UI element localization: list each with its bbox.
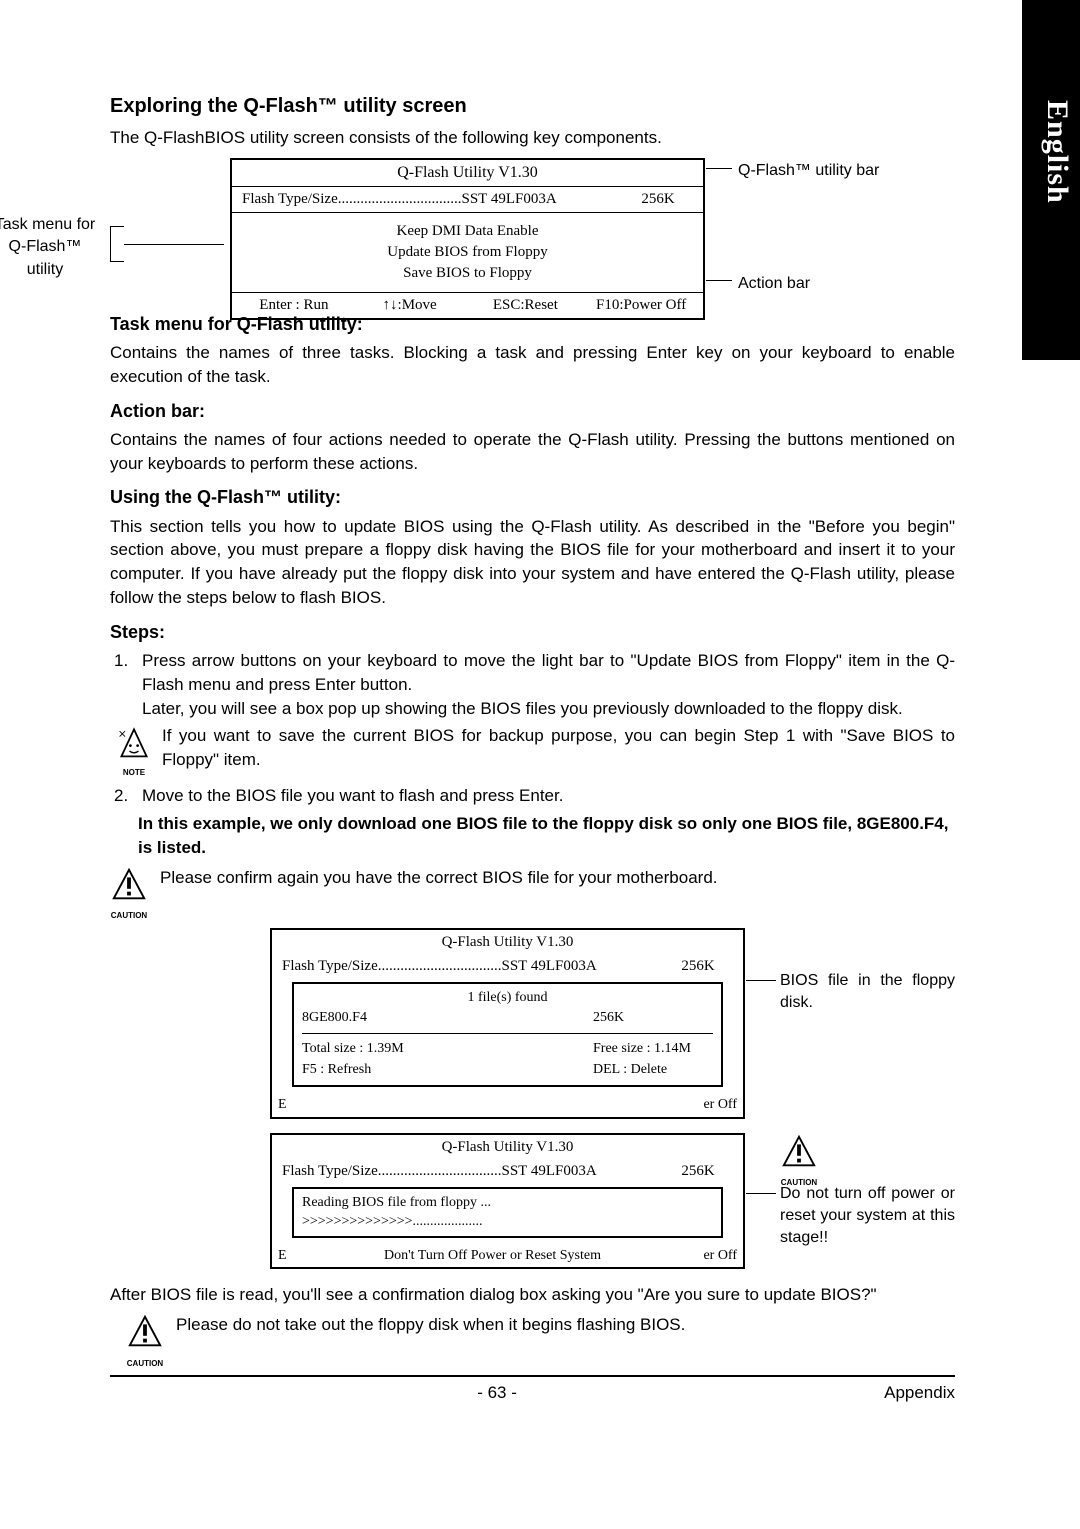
qflash-titlebar: Q-Flash Utility V1.30 bbox=[232, 160, 703, 187]
total-size: Total size : 1.39M bbox=[302, 1039, 593, 1059]
appendix-label: Appendix bbox=[884, 1381, 955, 1405]
menu-update-bios: Update BIOS from Floppy bbox=[232, 242, 703, 263]
heading-action-bar: Action bar: bbox=[110, 399, 955, 424]
flash-type-text: Flash Type/Size.........................… bbox=[242, 189, 623, 210]
note-caption: NOTE bbox=[116, 767, 152, 778]
step-1-text-a: Press arrow buttons on your keyboard to … bbox=[142, 649, 955, 697]
caution-row-last: CAUTION Please do not take out the flopp… bbox=[126, 1313, 955, 1369]
flash-size: 256K bbox=[623, 189, 693, 210]
step-2-text: Move to the BIOS file you want to flash … bbox=[142, 784, 955, 808]
heading-steps: Steps: bbox=[110, 620, 955, 645]
del-delete: DEL : Delete bbox=[593, 1060, 713, 1080]
step-1: 1. Press arrow buttons on your keyboard … bbox=[114, 649, 955, 720]
qflash-window-3: Q-Flash Utility V1.30 Flash Type/Size...… bbox=[270, 1133, 745, 1270]
label-util-bar: Q-Flash™ utility bar bbox=[738, 160, 879, 182]
step-2-num: 2. bbox=[114, 784, 142, 808]
heading-exploring: Exploring the Q-Flash™ utility screen bbox=[110, 92, 955, 120]
para-using: This section tells you how to update BIO… bbox=[110, 515, 955, 610]
bottom3-eroff: er Off bbox=[687, 1246, 737, 1266]
qflash-window-2: Q-Flash Utility V1.30 Flash Type/Size...… bbox=[270, 928, 745, 1119]
warning-text: Don't Turn Off Power or Reset System bbox=[298, 1246, 687, 1266]
para-action: Contains the names of four actions neede… bbox=[110, 428, 955, 476]
connector-bios-file bbox=[746, 980, 776, 981]
qflash3-flashtype: Flash Type/Size.........................… bbox=[282, 1161, 663, 1182]
footer-divider bbox=[110, 1375, 955, 1377]
bios-file-name: 8GE800.F4 bbox=[302, 1008, 593, 1028]
connector-caution-2 bbox=[746, 1193, 776, 1194]
caution-caption-1: CAUTION bbox=[110, 910, 148, 921]
step-2: 2. Move to the BIOS file you want to fla… bbox=[114, 784, 955, 808]
caution-1-text: Please confirm again you have the correc… bbox=[160, 866, 955, 890]
caution-icon-3: CAUTION bbox=[126, 1313, 176, 1369]
qflash2-bottom: E er Off bbox=[272, 1093, 743, 1117]
caution-row-1: CAUTION Please confirm again you have th… bbox=[110, 866, 955, 922]
qflash3-panel: Reading BIOS file from floppy ... >>>>>>… bbox=[292, 1187, 723, 1238]
caution-icon-2: CAUTION bbox=[780, 1133, 818, 1189]
action-move: ↑↓:Move bbox=[352, 295, 468, 316]
step-2-bold: In this example, we only download one BI… bbox=[138, 812, 955, 860]
action-bar-row: Enter : Run ↑↓:Move ESC:Reset F10:Power … bbox=[232, 292, 703, 318]
bottom-e: E bbox=[278, 1095, 298, 1115]
action-f10: F10:Power Off bbox=[583, 295, 699, 316]
qflash2-panel: 1 file(s) found 8GE800.F4 256K Total siz… bbox=[292, 982, 723, 1087]
bios-file-row: 8GE800.F4 256K bbox=[302, 1007, 713, 1029]
keys-row: F5 : Refresh DEL : Delete bbox=[302, 1059, 713, 1081]
menu-keep-dmi: Keep DMI Data Enable bbox=[232, 221, 703, 242]
reading-text: Reading BIOS file from floppy ... bbox=[302, 1193, 713, 1213]
bios-file-size: 256K bbox=[593, 1008, 713, 1028]
language-label: English bbox=[1036, 100, 1078, 204]
label-task-menu: Task menu for Q-Flash™ utility bbox=[0, 214, 100, 281]
step-1-num: 1. bbox=[114, 649, 142, 720]
menu-save-bios: Save BIOS to Floppy bbox=[232, 263, 703, 284]
qflash3-bottom: E Don't Turn Off Power or Reset System e… bbox=[272, 1244, 743, 1268]
footer-row: - 63 - Appendix bbox=[110, 1381, 955, 1405]
note-1-text: If you want to save the current BIOS for… bbox=[162, 724, 955, 772]
bottom3-e: E bbox=[278, 1246, 298, 1266]
annotation-bios-file: BIOS file in the floppy disk. bbox=[780, 970, 955, 1015]
size-row: Total size : 1.39M Free size : 1.14M bbox=[302, 1038, 713, 1060]
heading-using: Using the Q-Flash™ utility: bbox=[110, 485, 955, 510]
label-action-bar: Action bar bbox=[738, 273, 810, 295]
para-exploring: The Q-FlashBIOS utility screen consists … bbox=[110, 126, 955, 150]
files-found: 1 file(s) found bbox=[302, 988, 713, 1008]
steps-list-2: 2. Move to the BIOS file you want to fla… bbox=[114, 784, 955, 808]
para-after: After BIOS file is read, you'll see a co… bbox=[110, 1283, 955, 1307]
qflash-diagram-2: Q-Flash Utility V1.30 Flash Type/Size...… bbox=[270, 928, 955, 1119]
connector-left-line bbox=[124, 244, 224, 245]
caution-icon-1: CAUTION bbox=[110, 866, 160, 922]
connector-bottom-right bbox=[706, 280, 732, 281]
qflash3-title: Q-Flash Utility V1.30 bbox=[272, 1135, 743, 1160]
qflash-diagram-1: Task menu for Q-Flash™ utility Q-Flash U… bbox=[110, 158, 955, 298]
qflash3-flashsize: 256K bbox=[663, 1161, 733, 1182]
note-row-1: NOTE If you want to save the current BIO… bbox=[116, 724, 955, 778]
action-esc: ESC:Reset bbox=[468, 295, 584, 316]
qflash-window-1: Q-Flash Utility V1.30 Flash Type/Size...… bbox=[230, 158, 705, 320]
f5-refresh: F5 : Refresh bbox=[302, 1060, 593, 1080]
qflash-diagram-3: Q-Flash Utility V1.30 Flash Type/Size...… bbox=[270, 1133, 955, 1270]
qflash2-title: Q-Flash Utility V1.30 bbox=[272, 930, 743, 955]
free-size: Free size : 1.14M bbox=[593, 1039, 713, 1059]
qflash2-flashsize: 256K bbox=[663, 956, 733, 977]
qflash3-flashrow: Flash Type/Size.........................… bbox=[272, 1160, 743, 1183]
steps-list: 1. Press arrow buttons on your keyboard … bbox=[114, 649, 955, 720]
qflash-menu: Keep DMI Data Enable Update BIOS from Fl… bbox=[232, 213, 703, 292]
caution-icon-2-wrap: CAUTION bbox=[780, 1133, 818, 1189]
note-icon: NOTE bbox=[116, 724, 162, 778]
caution-caption-3: CAUTION bbox=[126, 1358, 164, 1369]
connector-top-right bbox=[706, 168, 732, 169]
qflash2-flashrow: Flash Type/Size.........................… bbox=[272, 955, 743, 978]
para-task: Contains the names of three tasks. Block… bbox=[110, 341, 955, 389]
action-enter: Enter : Run bbox=[236, 295, 352, 316]
language-tab: English bbox=[1022, 0, 1080, 360]
page-content: Exploring the Q-Flash™ utility screen Th… bbox=[110, 92, 955, 1405]
bottom-eroff: er Off bbox=[687, 1095, 737, 1115]
connector-left bbox=[110, 226, 124, 262]
caution-last-text: Please do not take out the floppy disk w… bbox=[176, 1313, 955, 1337]
qflash2-flashtype: Flash Type/Size.........................… bbox=[282, 956, 663, 977]
progress-text: >>>>>>>>>>>>>>.................... bbox=[302, 1212, 713, 1232]
step-1-text-b: Later, you will see a box pop up showing… bbox=[142, 697, 955, 721]
annotation-caution-2: Do not turn off power or reset your syst… bbox=[780, 1183, 955, 1250]
page-number: - 63 - bbox=[110, 1381, 884, 1405]
flash-type-row: Flash Type/Size.........................… bbox=[232, 187, 703, 213]
